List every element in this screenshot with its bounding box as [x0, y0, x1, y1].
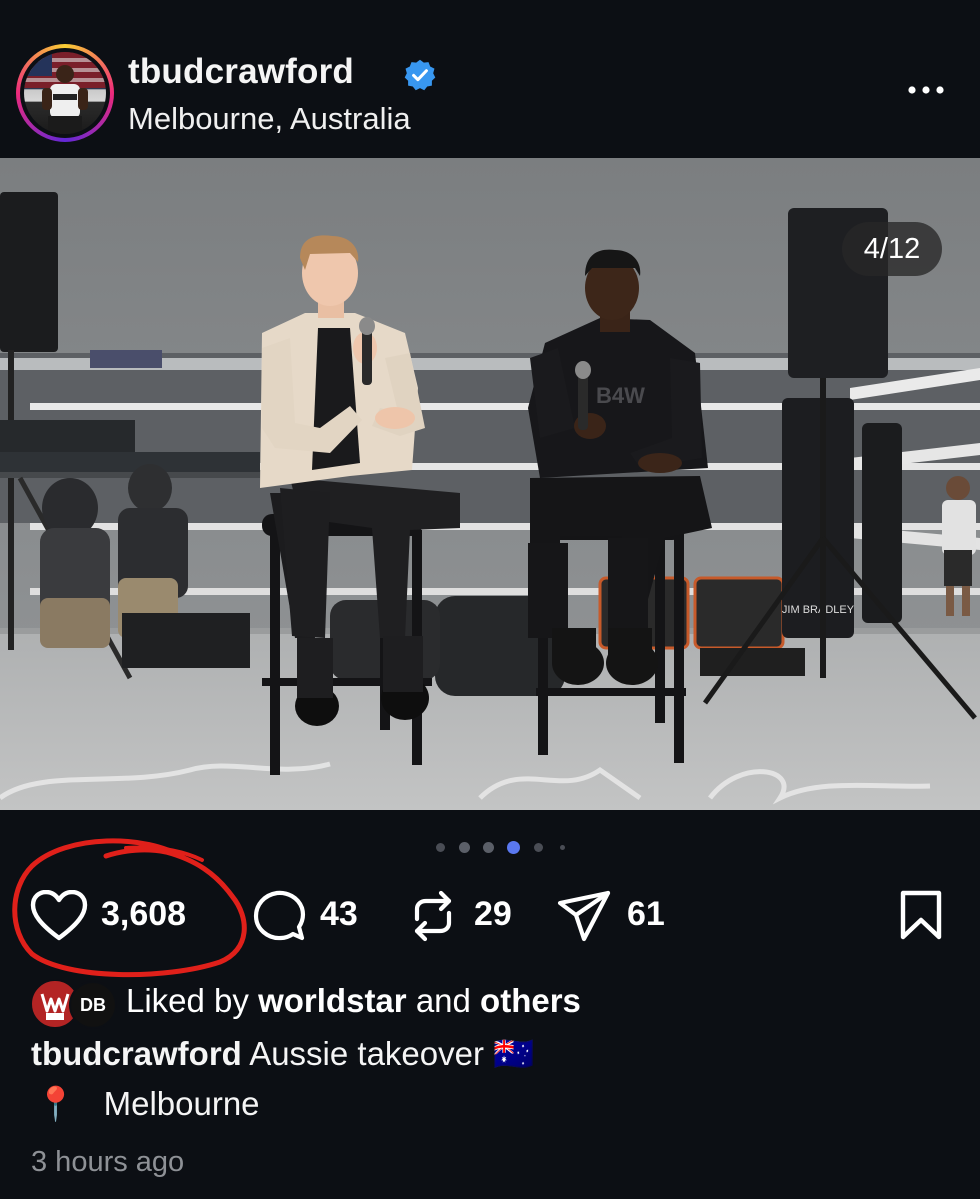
- liked-by-text: Liked by worldstar and others: [126, 982, 581, 1020]
- profile-avatar[interactable]: [16, 44, 114, 142]
- like-count[interactable]: 3,608: [101, 895, 186, 934]
- caption-location-text: Melbourne: [103, 1085, 260, 1122]
- verified-badge-icon: [404, 59, 436, 91]
- caption-username[interactable]: tbudcrawford: [31, 1035, 242, 1072]
- carousel-dot: [483, 842, 494, 853]
- more-options-icon[interactable]: [906, 80, 946, 100]
- carousel-dot-active: [507, 841, 520, 854]
- liked-by-user-link[interactable]: worldstar: [258, 982, 407, 1019]
- caption-location-line: 📍 Melbourne: [35, 1085, 260, 1124]
- liked-by-conj: and: [415, 982, 471, 1019]
- db-avatar-text: DB: [80, 995, 106, 1015]
- caption: tbudcrawford Aussie takeover 🇦🇺: [31, 1035, 534, 1074]
- carousel-dot: [560, 845, 565, 850]
- action-bar: 3,608 43 29 61: [0, 880, 980, 950]
- heart-icon[interactable]: [30, 890, 88, 942]
- share-icon[interactable]: [556, 889, 612, 943]
- carousel-dot: [534, 843, 543, 852]
- location-pin-icon: 📍: [35, 1085, 77, 1122]
- repost-icon[interactable]: [409, 889, 457, 943]
- svg-text:JIM BRADLEY: JIM BRADLEY: [782, 604, 855, 616]
- comment-icon[interactable]: [252, 889, 306, 943]
- caption-flag: 🇦🇺: [493, 1035, 535, 1072]
- post-timestamp: 3 hours ago: [31, 1146, 185, 1178]
- liked-by-avatar-db[interactable]: DB: [69, 981, 117, 1029]
- share-count[interactable]: 61: [627, 895, 665, 934]
- post-username[interactable]: tbudcrawford: [128, 52, 354, 92]
- post-header: tbudcrawford Melbourne, Australia: [0, 0, 980, 158]
- image-counter: 4/12: [842, 222, 942, 276]
- comment-count[interactable]: 43: [320, 895, 358, 934]
- photo-scene: JIM BRADLEY B4W: [0, 158, 980, 810]
- carousel-dot: [459, 842, 470, 853]
- liked-by-others-link[interactable]: others: [480, 982, 581, 1019]
- svg-text:B4W: B4W: [596, 383, 645, 408]
- liked-by-prefix: Liked by: [126, 982, 249, 1019]
- carousel-dot: [436, 843, 445, 852]
- post-photo[interactable]: JIM BRADLEY B4W: [0, 158, 980, 810]
- bookmark-icon[interactable]: [898, 890, 944, 940]
- repost-count[interactable]: 29: [474, 895, 512, 934]
- post-location[interactable]: Melbourne, Australia: [128, 101, 411, 137]
- caption-text: Aussie takeover: [249, 1035, 484, 1072]
